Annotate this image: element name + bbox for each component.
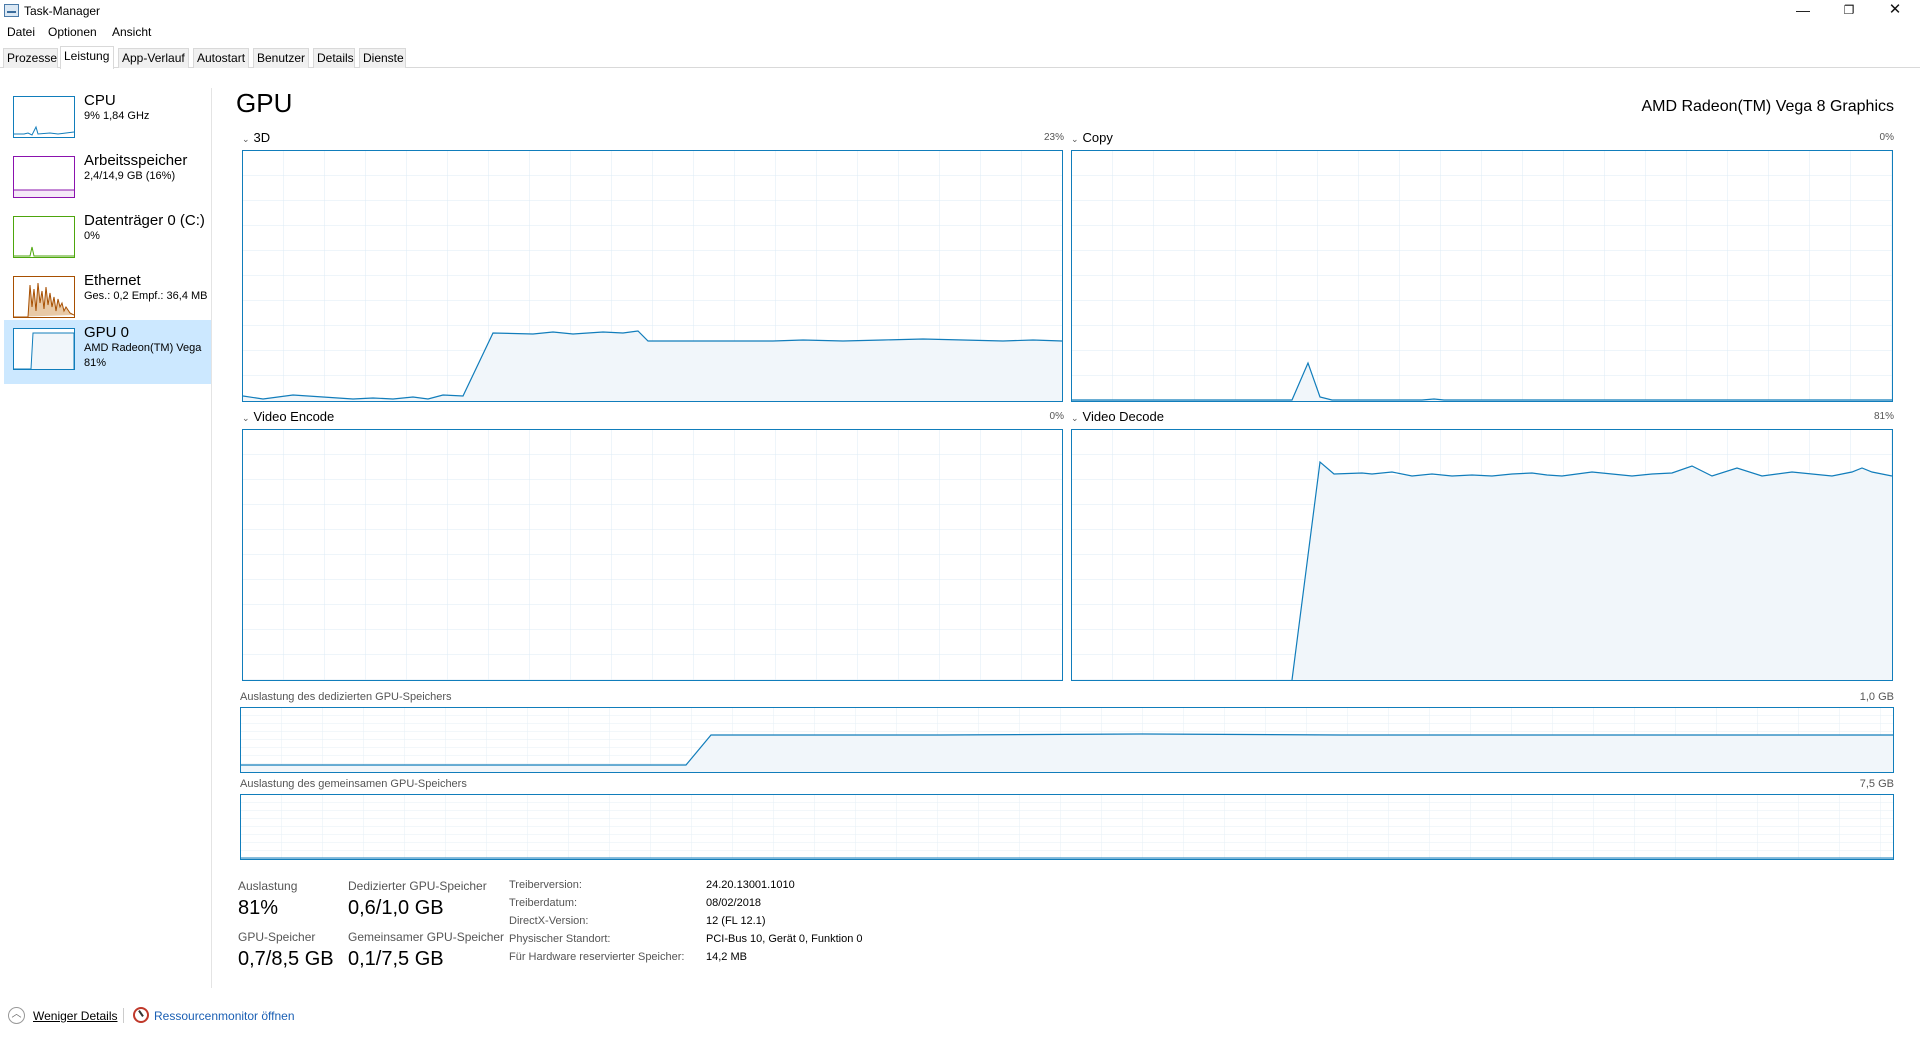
menu-optionen[interactable]: Optionen xyxy=(48,25,97,39)
ethernet-thumbnail-graph xyxy=(13,276,75,318)
resource-monitor-icon[interactable] xyxy=(133,1007,149,1023)
shared-memory-label: Auslastung des gemeinsamen GPU-Speichers xyxy=(240,778,467,790)
sidebar-item-label: Datenträger 0 (C:) xyxy=(84,212,205,229)
dedicated-gpu-memory-label: Dedizierter GPU-Speicher xyxy=(348,879,487,893)
graph-copy-label[interactable]: ⌄ Copy xyxy=(1071,130,1113,145)
sidebar-item-detail: Ges.: 0,2 Empf.: 36,4 MB xyxy=(84,290,208,302)
driver-version-label: Treiberversion: xyxy=(509,879,582,891)
sidebar-item-label: Arbeitsspeicher xyxy=(84,152,188,169)
sidebar-item-detail: 2,4/14,9 GB (16%) xyxy=(84,170,176,182)
minimize-button[interactable]: — xyxy=(1780,0,1826,22)
tab-dienste[interactable]: Dienste xyxy=(359,48,406,68)
sidebar-item-percent: 81% xyxy=(84,357,107,369)
graph-copy-title: Copy xyxy=(1082,130,1113,145)
page-title: GPU xyxy=(236,88,293,118)
sidebar-item-label: CPU xyxy=(84,92,116,109)
sidebar-item-memory[interactable]: Arbeitsspeicher 2,4/14,9 GB (16%) xyxy=(4,148,211,212)
physical-location-label: Physischer Standort: xyxy=(509,933,611,945)
chevron-down-icon: ⌄ xyxy=(242,413,250,423)
footer-divider xyxy=(123,1008,124,1023)
fewer-details-link[interactable]: Weniger Details xyxy=(33,1009,117,1023)
disk-thumbnail-graph xyxy=(13,216,75,258)
directx-version-label: DirectX-Version: xyxy=(509,915,589,927)
chevron-down-icon: ⌄ xyxy=(1071,413,1079,423)
tab-bar: Prozesse Leistung App-Verlauf Autostart … xyxy=(0,46,1920,69)
sidebar-item-detail: 9% 1,84 GHz xyxy=(84,110,150,122)
shared-gpu-memory-label: Gemeinsamer GPU-Speicher xyxy=(348,930,505,944)
tab-leistung[interactable]: Leistung xyxy=(60,46,114,69)
utilization-value: 81% xyxy=(238,897,279,919)
graph-3d-title: 3D xyxy=(253,130,271,145)
sidebar-item-detail: 0% xyxy=(84,230,100,242)
sidebar-item-cpu[interactable]: CPU 9% 1,84 GHz xyxy=(4,88,211,152)
graph-video-decode-title: Video Decode xyxy=(1082,409,1164,424)
restore-button[interactable]: ❐ xyxy=(1826,0,1872,22)
graph-3d-label[interactable]: ⌄ 3D xyxy=(242,130,270,145)
shared-memory-max: 7,5 GB xyxy=(1859,778,1894,790)
tab-app-verlauf[interactable]: App-Verlauf xyxy=(118,48,189,68)
graph-video-decode xyxy=(1071,429,1893,681)
graph-video-encode xyxy=(242,429,1063,681)
close-button[interactable]: ✕ xyxy=(1872,0,1918,22)
gpu-thumbnail-graph xyxy=(13,328,75,370)
cpu-thumbnail-graph xyxy=(13,96,75,138)
driver-version-value: 24.20.13001.1010 xyxy=(706,879,795,891)
graph-3d-percent: 23% xyxy=(1043,132,1064,143)
sidebar-item-detail: AMD Radeon(TM) Vega xyxy=(84,342,202,354)
sidebar-item-gpu0[interactable]: GPU 0 AMD Radeon(TM) Vega 81% xyxy=(4,320,211,384)
tab-autostart[interactable]: Autostart xyxy=(193,48,249,68)
hardware-reserved-memory-label: Für Hardware reservierter Speicher: xyxy=(509,951,685,963)
shared-memory-graph xyxy=(240,794,1894,860)
title-bar: Task-Manager — ❐ ✕ xyxy=(0,0,1920,24)
sidebar-item-disk[interactable]: Datenträger 0 (C:) 0% xyxy=(4,208,211,272)
utilization-label: Auslastung xyxy=(238,879,298,893)
dedicated-memory-label: Auslastung des dedizierten GPU-Speichers xyxy=(240,691,452,703)
dedicated-gpu-memory-value: 0,6/1,0 GB xyxy=(348,897,444,919)
directx-version-value: 12 (FL 12.1) xyxy=(706,915,766,927)
sidebar-item-label: GPU 0 xyxy=(84,324,130,341)
menu-ansicht[interactable]: Ansicht xyxy=(112,25,151,39)
tab-benutzer[interactable]: Benutzer xyxy=(253,48,309,68)
driver-date-value: 08/02/2018 xyxy=(706,897,762,909)
performance-sidebar: CPU 9% 1,84 GHz Arbeitsspeicher 2,4/14,9… xyxy=(0,88,212,988)
graph-video-encode-label[interactable]: ⌄ Video Encode xyxy=(242,409,334,424)
graph-3d xyxy=(242,150,1063,402)
memory-thumbnail-graph xyxy=(13,156,75,198)
open-resource-monitor-link[interactable]: Ressourcenmonitor öffnen xyxy=(154,1009,295,1023)
hardware-reserved-memory-value: 14,2 MB xyxy=(706,951,747,963)
physical-location-value: PCI-Bus 10, Gerät 0, Funktion 0 xyxy=(706,933,863,945)
gpu-memory-value: 0,7/8,5 GB xyxy=(238,948,334,970)
dedicated-memory-graph xyxy=(240,707,1894,773)
graph-video-decode-percent: 81% xyxy=(1873,411,1894,422)
tab-details[interactable]: Details xyxy=(313,48,355,68)
dedicated-memory-max: 1,0 GB xyxy=(1859,691,1894,703)
task-manager-icon xyxy=(4,4,19,17)
sidebar-item-label: Ethernet xyxy=(84,272,141,289)
graph-video-decode-label[interactable]: ⌄ Video Decode xyxy=(1071,409,1164,424)
chevron-down-icon: ⌄ xyxy=(1071,134,1079,144)
window-title: Task-Manager xyxy=(24,4,101,18)
footer: ︿ Weniger Details Ressourcenmonitor öffn… xyxy=(0,1000,400,1030)
graph-video-encode-title: Video Encode xyxy=(253,409,335,424)
driver-date-label: Treiberdatum: xyxy=(509,897,578,909)
gpu-model-name: AMD Radeon(TM) Vega 8 Graphics xyxy=(1641,98,1894,115)
tab-prozesse[interactable]: Prozesse xyxy=(3,48,58,68)
shared-gpu-memory-value: 0,1/7,5 GB xyxy=(348,948,444,970)
menu-datei[interactable]: Datei xyxy=(7,25,35,39)
graph-copy-percent: 0% xyxy=(1879,132,1894,143)
gpu-memory-label: GPU-Speicher xyxy=(238,930,316,944)
graph-video-encode-percent: 0% xyxy=(1049,411,1064,422)
chevron-up-icon[interactable]: ︿ xyxy=(8,1007,25,1024)
chevron-down-icon: ⌄ xyxy=(242,134,250,144)
graph-copy xyxy=(1071,150,1893,402)
